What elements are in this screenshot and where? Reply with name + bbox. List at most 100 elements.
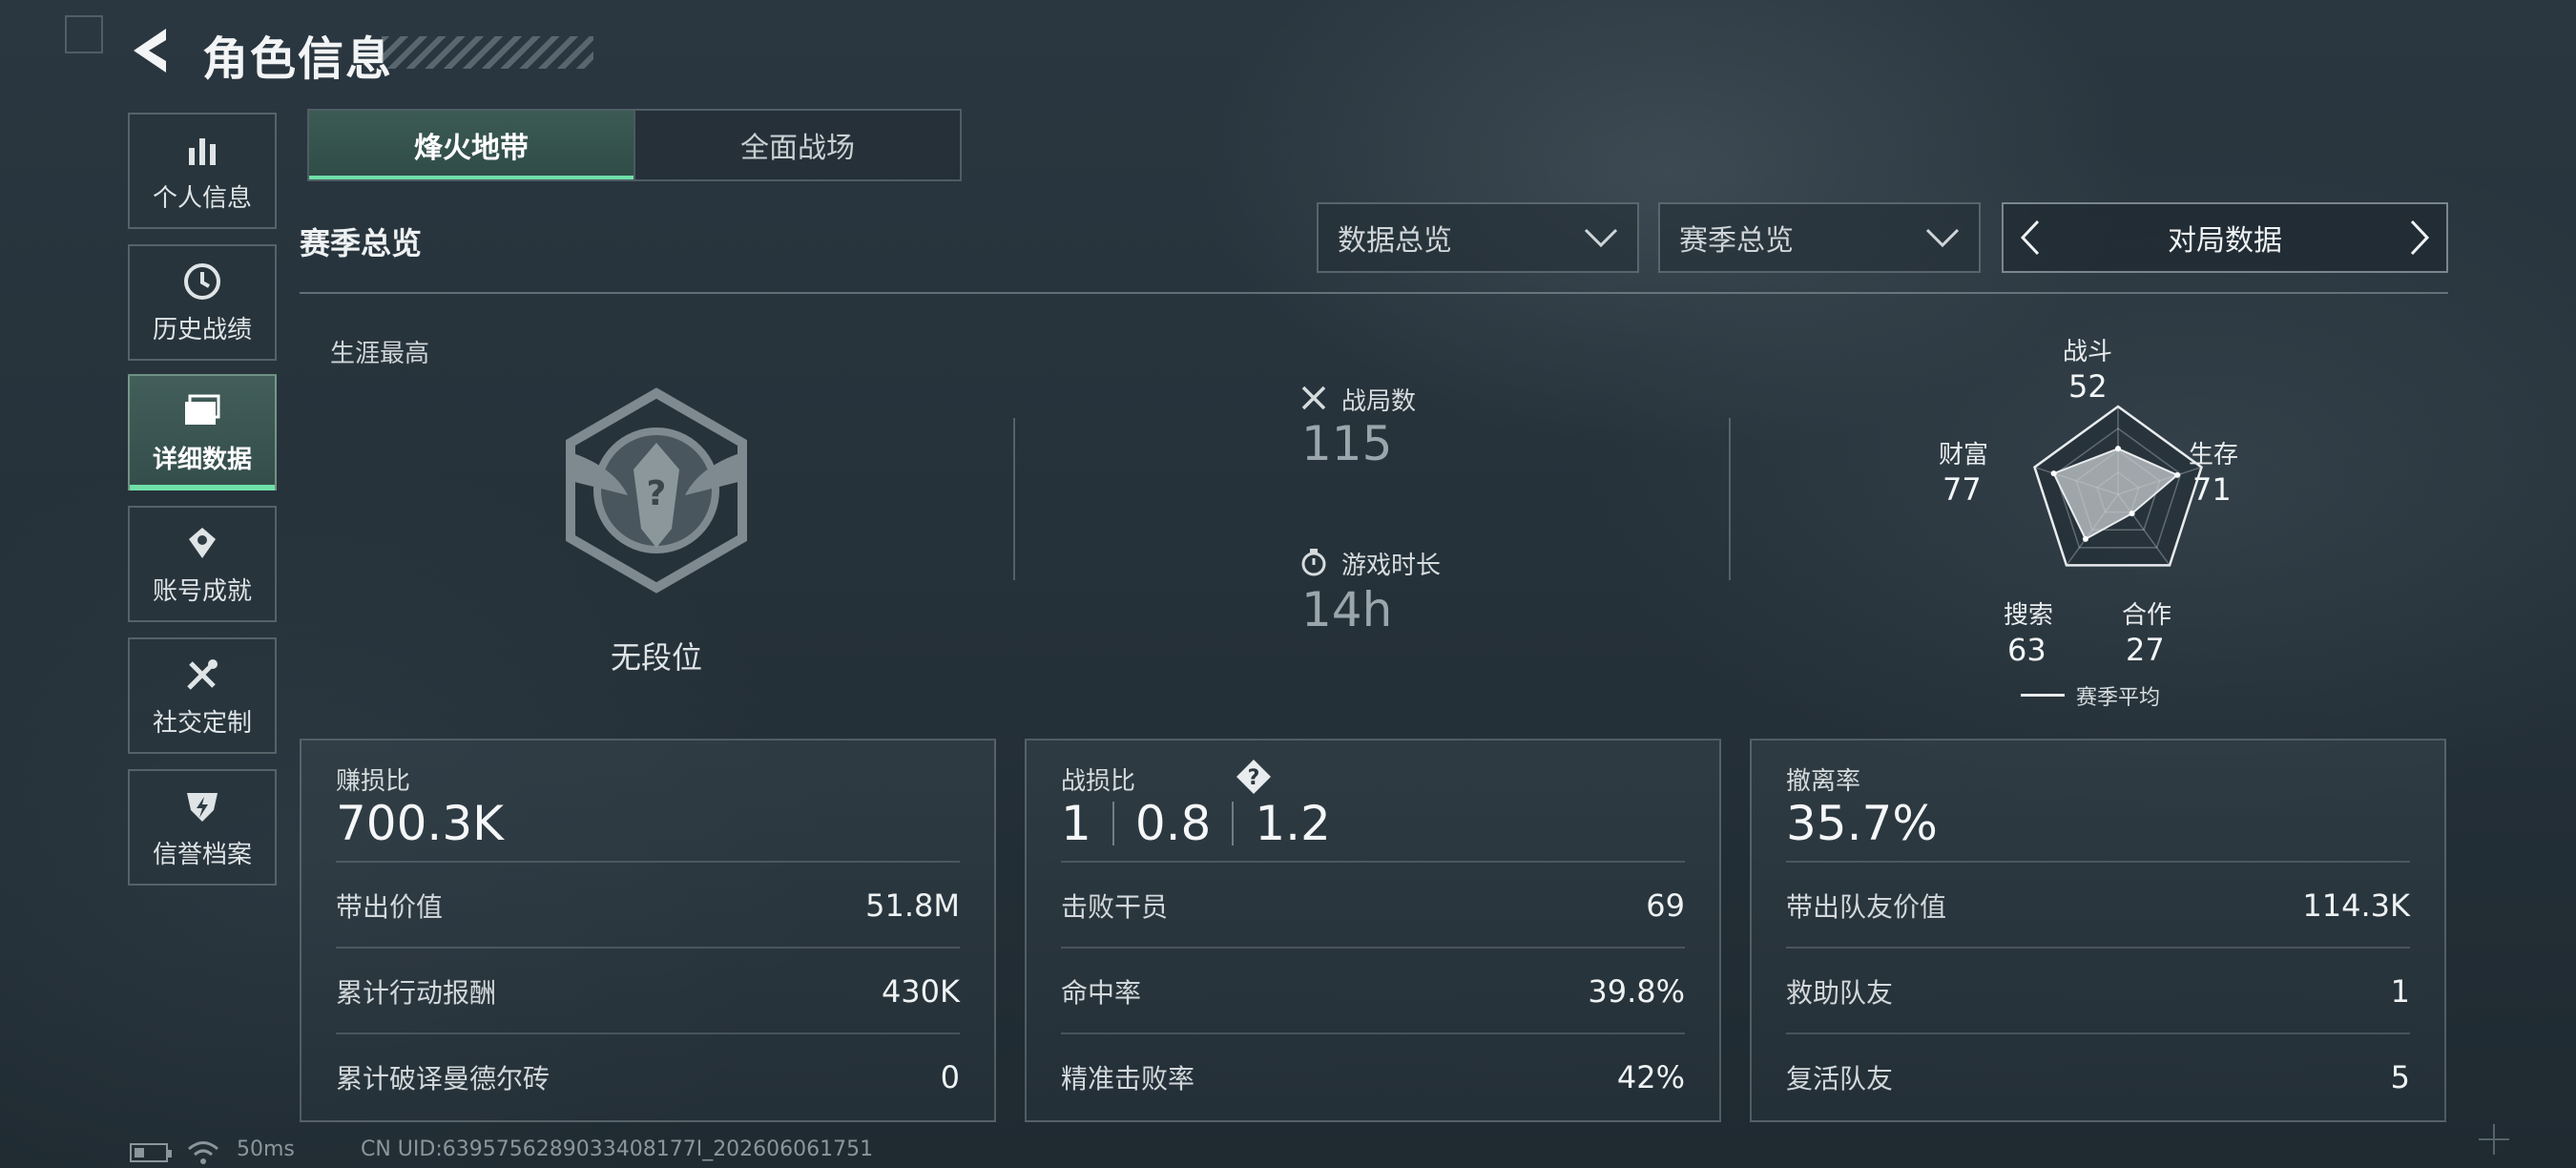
row-value: 69 xyxy=(1646,887,1685,924)
select-value: 数据总览 xyxy=(1338,224,1452,258)
row-value: 51.8M xyxy=(865,887,960,924)
sidebar-item-label: 历史战绩 xyxy=(152,315,252,344)
radar-value-survival: 71 xyxy=(2192,471,2232,508)
select-value: 赛季总览 xyxy=(1679,224,1794,258)
row-label: 带出队友价值 xyxy=(1786,891,1947,923)
card-title: 撤离率 xyxy=(1786,767,1861,796)
radar-point xyxy=(2082,535,2088,542)
crosshair-mark-icon xyxy=(2479,1124,2509,1155)
career-best-label: 生涯最高 xyxy=(330,340,430,368)
row-label: 命中率 xyxy=(1061,977,1142,1009)
radar-point xyxy=(2174,471,2181,478)
section-title: 赛季总览 xyxy=(300,225,423,261)
sidebar-item-label: 信誉档案 xyxy=(152,840,252,869)
stats-pager: 对局数据 xyxy=(2002,202,2448,273)
radar-value-wealth: 77 xyxy=(1942,471,1982,508)
card-title: 赚损比 xyxy=(336,767,411,796)
season-select[interactable]: 赛季总览 xyxy=(1658,202,1981,273)
title-decoration xyxy=(382,36,593,69)
crossed-swords-icon xyxy=(1301,386,1326,410)
radar-label-cooperation: 合作 xyxy=(2122,601,2172,630)
wifi-icon xyxy=(188,1141,218,1164)
uid-text: CN UID:6395756289033408177I_202606061751 xyxy=(361,1137,874,1161)
sidebar-item-label: 账号成就 xyxy=(152,576,252,606)
kd-value: 0.8 xyxy=(1134,796,1212,851)
sidebar-item-social-customize[interactable]: 社交定制 xyxy=(128,637,277,754)
row-label: 累计行动报酬 xyxy=(336,977,497,1009)
sidebar-item-personal-info[interactable]: 个人信息 xyxy=(128,113,277,229)
section-divider xyxy=(300,292,2448,294)
radar-label-survival: 生存 xyxy=(2189,441,2239,469)
radar-point xyxy=(2050,470,2057,477)
legend-line xyxy=(2021,694,2065,697)
back-arrow-icon[interactable] xyxy=(128,25,172,76)
row-label: 击败干员 xyxy=(1061,891,1169,923)
overview-divider xyxy=(1013,418,1015,580)
radar-label-combat: 战斗 xyxy=(2063,338,2113,366)
corner-frame-mark xyxy=(65,15,103,53)
help-question-icon[interactable]: ? xyxy=(1235,758,1273,796)
chevron-left-icon[interactable] xyxy=(2019,219,2042,257)
row-value: 5 xyxy=(2390,1059,2410,1095)
data-type-select[interactable]: 数据总览 xyxy=(1317,202,1639,273)
card-main-value: 35.7% xyxy=(1786,796,1938,851)
kd-ratios: 1 0.8 1.2 xyxy=(1061,796,1331,851)
matches-label: 战局数 xyxy=(1341,387,1417,416)
sidebar-item-credit-record[interactable]: 信誉档案 xyxy=(128,769,277,886)
card-title: 战损比 xyxy=(1061,767,1136,796)
mode-tabs: 烽火地带 全面战场 xyxy=(307,109,962,181)
tab-full-battlefield[interactable]: 全面战场 xyxy=(634,111,960,179)
row-value: 114.3K xyxy=(2302,887,2410,924)
sidebar-item-history[interactable]: 历史战绩 xyxy=(128,244,277,361)
kd-value: 1.2 xyxy=(1255,796,1331,851)
row-value: 39.8% xyxy=(1588,973,1685,1010)
stat-row: 复活队友 5 xyxy=(1786,1032,2410,1120)
ping-text: 50ms xyxy=(237,1137,295,1161)
stat-row: 带出队友价值 114.3K xyxy=(1786,861,2410,949)
pager-label: 对局数据 xyxy=(2168,224,2282,258)
row-value: 1 xyxy=(2390,973,2410,1010)
stopwatch-icon xyxy=(1301,549,1326,576)
extraction-card: 撤离率 35.7% 带出队友价值 114.3K 救助队友 1 复活队友 5 xyxy=(1750,739,2446,1122)
bar-chart-icon xyxy=(181,129,223,171)
sidebar-item-achievements[interactable]: 账号成就 xyxy=(128,506,277,622)
stat-row: 救助队友 1 xyxy=(1786,947,2410,1034)
kd-separator xyxy=(1111,802,1114,845)
radar-point xyxy=(2115,446,2121,452)
sidebar-item-label: 个人信息 xyxy=(152,183,252,213)
radar-label-wealth: 财富 xyxy=(1939,441,1989,469)
chevron-down-icon xyxy=(1925,228,1960,248)
rank-text: 无段位 xyxy=(611,639,703,676)
tools-icon xyxy=(181,654,223,696)
card-main-value: 700.3K xyxy=(336,796,504,851)
stat-row: 命中率 39.8% xyxy=(1061,947,1685,1034)
svg-text:?: ? xyxy=(1248,766,1260,790)
radar-point xyxy=(2129,511,2135,517)
stat-row: 精准击败率 42% xyxy=(1061,1032,1685,1120)
radar-label-search: 搜索 xyxy=(2004,601,2054,630)
sidebar-item-detailed-data[interactable]: 详细数据 xyxy=(128,374,277,490)
sidebar-item-label: 社交定制 xyxy=(152,708,252,738)
playtime-value: 14h xyxy=(1301,582,1393,637)
page-title: 角色信息 xyxy=(202,32,394,86)
radar-value-search: 63 xyxy=(2007,632,2046,668)
radar-value-cooperation: 27 xyxy=(2126,632,2165,668)
stat-row: 累计行动报酬 430K xyxy=(336,947,960,1034)
row-label: 带出价值 xyxy=(336,891,444,923)
combat-card: 战损比 ? 1 0.8 1.2 击败干员 69 命中率 39.8% 精准击败率 … xyxy=(1025,739,1721,1122)
row-label: 累计破译曼德尔砖 xyxy=(336,1063,551,1095)
tab-hazard-zone[interactable]: 烽火地带 xyxy=(309,111,634,179)
active-indicator xyxy=(130,485,275,490)
history-clock-icon xyxy=(181,261,223,302)
profit-card: 赚损比 700.3K 带出价值 51.8M 累计行动报酬 430K 累计破译曼德… xyxy=(300,739,996,1122)
radar-value-combat: 52 xyxy=(2068,368,2108,405)
stat-row: 击败干员 69 xyxy=(1061,861,1685,949)
chevron-right-icon[interactable] xyxy=(2408,219,2431,257)
row-value: 42% xyxy=(1616,1059,1685,1095)
chevron-down-icon xyxy=(1584,228,1618,248)
kd-value: 1 xyxy=(1061,796,1091,851)
row-label: 精准击败率 xyxy=(1061,1063,1195,1095)
stat-row: 带出价值 51.8M xyxy=(336,861,960,949)
achievement-badge-icon xyxy=(181,522,223,564)
shield-lightning-icon xyxy=(181,785,223,827)
